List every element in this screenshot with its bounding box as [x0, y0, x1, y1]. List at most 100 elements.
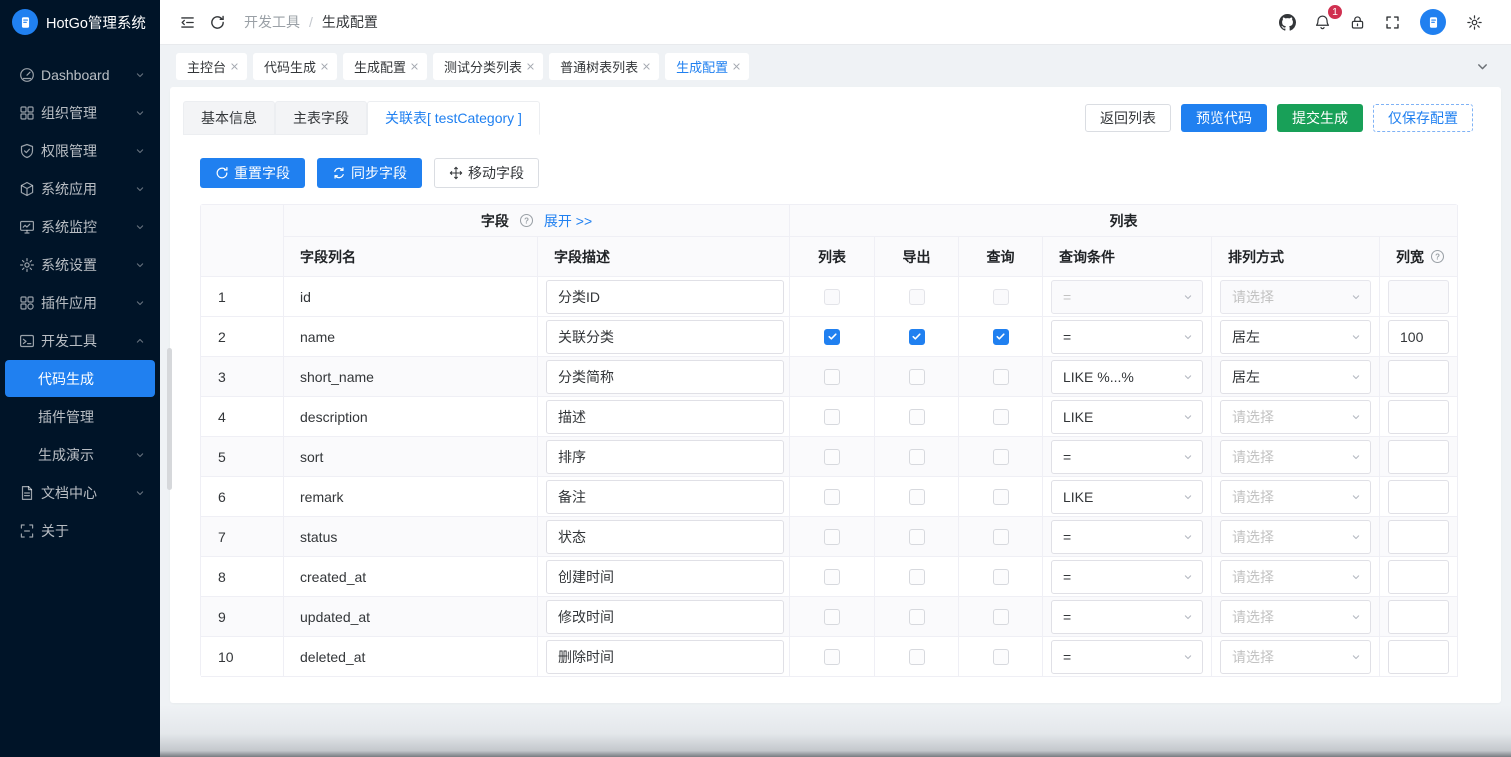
align-select[interactable]: 请选择 [1220, 480, 1371, 514]
column-width-input[interactable] [1388, 560, 1449, 594]
tab-pill[interactable]: 普通树表列表 [549, 53, 659, 80]
export-checkbox[interactable] [909, 329, 925, 345]
list-checkbox[interactable] [824, 449, 840, 465]
close-icon[interactable] [522, 58, 539, 75]
align-select[interactable]: 请选择 [1220, 560, 1371, 594]
align-select[interactable]: 居左 [1220, 360, 1371, 394]
export-checkbox[interactable] [909, 289, 925, 305]
tabbar-chevron-down-icon[interactable] [1467, 51, 1497, 81]
column-width-input[interactable] [1388, 320, 1449, 354]
query-checkbox[interactable] [993, 449, 1009, 465]
list-checkbox[interactable] [824, 489, 840, 505]
tab-pill[interactable]: 生成配置 [343, 53, 427, 80]
tab-pill[interactable]: 测试分类列表 [433, 53, 543, 80]
column-width-input[interactable] [1388, 400, 1449, 434]
refresh-icon[interactable] [202, 7, 232, 37]
export-checkbox[interactable] [909, 409, 925, 425]
export-checkbox[interactable] [909, 369, 925, 385]
align-select[interactable]: 请选择 [1220, 640, 1371, 674]
sidebar-item-doc-center[interactable]: 文档中心 [5, 474, 155, 511]
tab-pill[interactable]: 主控台 [176, 53, 247, 80]
query-checkbox[interactable] [993, 329, 1009, 345]
close-icon[interactable] [638, 58, 655, 75]
query-condition-select[interactable]: LIKE %...% [1051, 360, 1203, 394]
column-width-input[interactable] [1388, 520, 1449, 554]
field-desc-input[interactable] [546, 440, 784, 474]
export-checkbox[interactable] [909, 609, 925, 625]
query-checkbox[interactable] [993, 569, 1009, 585]
query-checkbox[interactable] [993, 369, 1009, 385]
sidebar-item-sys-config[interactable]: 系统设置 [5, 246, 155, 283]
export-checkbox[interactable] [909, 489, 925, 505]
page-tab[interactable]: 主表字段 [275, 101, 367, 135]
list-checkbox[interactable] [824, 649, 840, 665]
field-desc-input[interactable] [546, 600, 784, 634]
sidebar-item-about[interactable]: 关于 [5, 512, 155, 549]
field-desc-input[interactable] [546, 480, 784, 514]
sidebar-item-auth[interactable]: 权限管理 [5, 132, 155, 169]
submit-generate-button[interactable]: 提交生成 [1277, 104, 1363, 132]
query-checkbox[interactable] [993, 529, 1009, 545]
export-checkbox[interactable] [909, 569, 925, 585]
sidebar-item-sys-monitor[interactable]: 系统监控 [5, 208, 155, 245]
sidebar-item-sys-app[interactable]: 系统应用 [5, 170, 155, 207]
fullscreen-icon[interactable] [1377, 7, 1407, 37]
reset-fields-button[interactable]: 重置字段 [200, 158, 305, 188]
query-checkbox[interactable] [993, 649, 1009, 665]
page-tab[interactable]: 基本信息 [183, 101, 275, 135]
list-checkbox[interactable] [824, 409, 840, 425]
export-checkbox[interactable] [909, 449, 925, 465]
preview-code-button[interactable]: 预览代码 [1181, 104, 1267, 132]
close-icon[interactable] [316, 58, 333, 75]
notification-bell[interactable]: 1 [1307, 7, 1337, 37]
avatar[interactable] [1420, 9, 1446, 35]
back-to-list-button[interactable]: 返回列表 [1085, 104, 1171, 132]
export-checkbox[interactable] [909, 649, 925, 665]
column-width-input[interactable] [1388, 600, 1449, 634]
align-select[interactable]: 请选择 [1220, 600, 1371, 634]
sidebar-item-plugin-manage[interactable]: 插件管理 [5, 398, 155, 435]
breadcrumb-parent[interactable]: 开发工具 [244, 12, 300, 32]
logo[interactable]: HotGo管理系统 [0, 0, 160, 44]
field-desc-input[interactable] [546, 520, 784, 554]
close-icon[interactable] [406, 58, 423, 75]
align-select[interactable]: 请选择 [1220, 440, 1371, 474]
query-condition-select[interactable]: = [1051, 320, 1203, 354]
collapse-sidebar-icon[interactable] [172, 7, 202, 37]
query-condition-select[interactable]: LIKE [1051, 400, 1203, 434]
list-checkbox[interactable] [824, 289, 840, 305]
column-width-input[interactable] [1388, 480, 1449, 514]
save-config-only-button[interactable]: 仅保存配置 [1373, 104, 1473, 132]
move-fields-button[interactable]: 移动字段 [434, 158, 539, 188]
column-width-input[interactable] [1388, 360, 1449, 394]
sidebar-item-dashboard[interactable]: Dashboard [5, 56, 155, 93]
export-checkbox[interactable] [909, 529, 925, 545]
expand-link[interactable]: 展开 >> [544, 211, 592, 231]
sidebar-item-dev-tools[interactable]: 开发工具 [5, 322, 155, 359]
query-checkbox[interactable] [993, 409, 1009, 425]
query-condition-select[interactable]: LIKE [1051, 480, 1203, 514]
list-checkbox[interactable] [824, 569, 840, 585]
sidebar-item-code-gen[interactable]: 代码生成 [5, 360, 155, 397]
settings-gear-icon[interactable] [1459, 7, 1489, 37]
list-checkbox[interactable] [824, 529, 840, 545]
column-width-input[interactable] [1388, 640, 1449, 674]
page-tab[interactable]: 关联表[ testCategory ] [367, 101, 540, 135]
list-checkbox[interactable] [824, 329, 840, 345]
close-icon[interactable] [226, 58, 243, 75]
query-condition-select[interactable]: = [1051, 640, 1203, 674]
github-icon[interactable] [1272, 7, 1302, 37]
field-desc-input[interactable] [546, 400, 784, 434]
close-icon[interactable] [728, 58, 745, 75]
lock-screen-icon[interactable] [1342, 7, 1372, 37]
column-width-input[interactable] [1388, 280, 1449, 314]
sidebar-item-org[interactable]: 组织管理 [5, 94, 155, 131]
query-condition-select[interactable]: = [1051, 280, 1203, 314]
query-condition-select[interactable]: = [1051, 560, 1203, 594]
scrollbar-thumb[interactable] [167, 348, 172, 490]
align-select[interactable]: 请选择 [1220, 280, 1371, 314]
tab-pill[interactable]: 生成配置 [665, 53, 749, 80]
field-desc-input[interactable] [546, 280, 784, 314]
align-select[interactable]: 居左 [1220, 320, 1371, 354]
list-checkbox[interactable] [824, 369, 840, 385]
